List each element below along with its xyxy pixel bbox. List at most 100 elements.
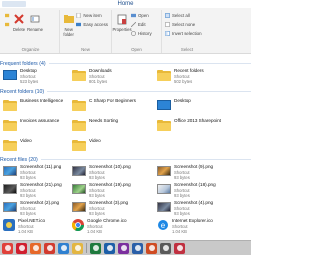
open-group-label: Open	[131, 47, 142, 52]
item-size: 1.04 KB	[172, 229, 187, 234]
folder-icon	[72, 140, 86, 151]
calculator-icon[interactable]	[160, 242, 171, 254]
invert-selection-button[interactable]: Invert selection	[165, 30, 202, 36]
list-item[interactable]: Screenshot (10).png Shortcut 93 bytes	[72, 164, 152, 184]
folder-icon	[157, 120, 171, 131]
outlook-icon[interactable]	[104, 242, 115, 254]
powerpoint-icon[interactable]	[146, 242, 157, 254]
screenshot-thumbnail	[3, 202, 17, 212]
item-size: 93 bytes	[89, 175, 105, 180]
invert-selection-icon	[165, 30, 170, 36]
list-item[interactable]: Video	[72, 138, 152, 158]
paint-net-icon	[3, 219, 15, 231]
item-size: 93 bytes	[89, 211, 105, 216]
item-name: Desktop	[174, 98, 191, 103]
list-item[interactable]: Screenshot (18).png Shortcut 93 bytes	[157, 182, 237, 202]
excel-icon[interactable]	[90, 242, 101, 254]
misc-icon[interactable]	[174, 242, 185, 254]
list-item[interactable]: e Internet Explorer.ico Shortcut 1.04 KB	[157, 218, 237, 238]
chrome-icon[interactable]	[2, 242, 13, 254]
properties-label: Properties	[112, 27, 132, 32]
onenote-icon[interactable]	[118, 242, 129, 254]
acrobat-icon[interactable]	[44, 242, 55, 254]
item-size: 93 bytes	[20, 175, 36, 180]
item-size: 801 bytes	[89, 79, 108, 84]
edit-label: Edit	[138, 21, 146, 27]
new-item-button[interactable]: New item	[76, 12, 108, 18]
folder-icon	[3, 100, 17, 111]
list-item[interactable]: Video	[3, 138, 83, 158]
history-button[interactable]: History	[131, 30, 152, 36]
item-name: C Sharp For Beginners	[89, 98, 136, 103]
ribbon-home-tab: Delete Rename Organize New folder New it…	[0, 8, 251, 54]
item-name: Invoices assurance	[20, 118, 60, 123]
new-folder-label: New folder	[63, 27, 74, 37]
list-item[interactable]: Google Chrome.ico Shortcut 1.04 KB	[72, 218, 152, 238]
edit-button[interactable]: Edit	[131, 21, 152, 27]
frequent-folders-header[interactable]: Frequent folders (4)	[0, 60, 251, 67]
list-item[interactable]: C Sharp For Beginners	[72, 98, 152, 118]
edit-icon	[131, 21, 136, 27]
recent-files-header[interactable]: Recent files (20)	[0, 156, 251, 163]
item-name: Business Intelligence	[20, 98, 64, 103]
section-divider	[40, 159, 251, 160]
item-name: Needs Sorting	[89, 118, 119, 123]
title-bar: Home	[0, 0, 251, 8]
frequent-folders-header-text: Frequent folders (4)	[0, 60, 46, 67]
item-size: 1.04 KB	[87, 229, 102, 234]
list-item[interactable]: Needs Sorting	[72, 118, 152, 138]
taskbar-separator	[86, 243, 87, 253]
item-size: 523 bytes	[20, 79, 39, 84]
screenshot-thumbnail	[3, 166, 17, 176]
svg-text:e: e	[161, 221, 166, 230]
list-item[interactable]: Downloads Shortcut 801 bytes	[72, 68, 152, 88]
new-item-icon	[76, 12, 81, 18]
file-explorer-window: Home Delete Rename Organize New folder N…	[0, 0, 251, 255]
list-item[interactable]: Pixel.NET.ico Shortcut 1.04 KB	[3, 218, 83, 238]
folder-icon	[3, 120, 17, 131]
list-item[interactable]: Screenshot (9).png Shortcut 93 bytes	[157, 164, 237, 184]
easy-access-button[interactable]: Easy access	[76, 21, 108, 27]
list-item[interactable]: Screenshot (2).png Shortcut 93 bytes	[3, 200, 83, 220]
opera-icon[interactable]	[16, 242, 27, 254]
list-item[interactable]: Recent folders Shortcut 502 bytes	[157, 68, 237, 88]
list-item[interactable]: Invoices assurance	[3, 118, 83, 138]
ribbon-group-organize: Delete Rename Organize	[2, 10, 60, 53]
list-item[interactable]: Screenshot (4).png Shortcut 93 bytes	[157, 200, 237, 220]
internet-explorer-icon: e	[158, 220, 168, 230]
list-item[interactable]: Screenshot (3).png Shortcut 93 bytes	[72, 200, 152, 220]
invert-selection-label: Invert selection	[172, 30, 202, 36]
properties-icon	[117, 14, 127, 25]
ribbon-group-select: Select all Select none Invert selection …	[162, 10, 212, 53]
word-icon[interactable]	[132, 242, 143, 254]
easy-access-icon	[76, 22, 82, 26]
new-item-label: New item	[83, 12, 102, 18]
copy-to-button[interactable]	[5, 21, 10, 27]
desktop-folder-icon	[157, 100, 171, 110]
select-all-button[interactable]: Select all	[165, 12, 202, 18]
item-name: Office 2013 Sharepoint	[174, 118, 221, 123]
list-item[interactable]: Office 2013 Sharepoint	[157, 118, 237, 138]
item-size: 1.04 KB	[18, 229, 33, 234]
list-item[interactable]: Desktop	[157, 98, 237, 118]
list-item[interactable]: Screenshot (11).png Shortcut 93 bytes	[3, 164, 83, 184]
recent-folders-header[interactable]: Recent folders (10)	[0, 88, 251, 95]
select-none-button[interactable]: Select none	[165, 21, 202, 27]
desktop-folder-icon	[3, 70, 17, 80]
item-size: 502 bytes	[174, 79, 193, 84]
list-item[interactable]: Screenshot (21).png Shortcut 93 bytes	[3, 182, 83, 202]
list-item[interactable]: Desktop Shortcut 523 bytes	[3, 68, 83, 88]
ie-icon[interactable]	[58, 242, 69, 254]
list-item[interactable]: Screenshot (19).png Shortcut 93 bytes	[72, 182, 152, 202]
firefox-icon[interactable]	[30, 242, 41, 254]
select-group-label: Select	[180, 47, 194, 52]
open-icon	[131, 13, 136, 17]
list-item[interactable]: Business Intelligence	[3, 98, 83, 118]
explorer-icon[interactable]	[72, 242, 83, 254]
item-size: 93 bytes	[174, 175, 190, 180]
new-folder-icon	[63, 15, 74, 23]
ribbon-group-open: Properties Open Edit History Open	[112, 10, 162, 53]
move-to-button[interactable]	[5, 12, 10, 18]
screenshot-thumbnail	[72, 166, 86, 176]
open-button[interactable]: Open	[131, 12, 152, 18]
